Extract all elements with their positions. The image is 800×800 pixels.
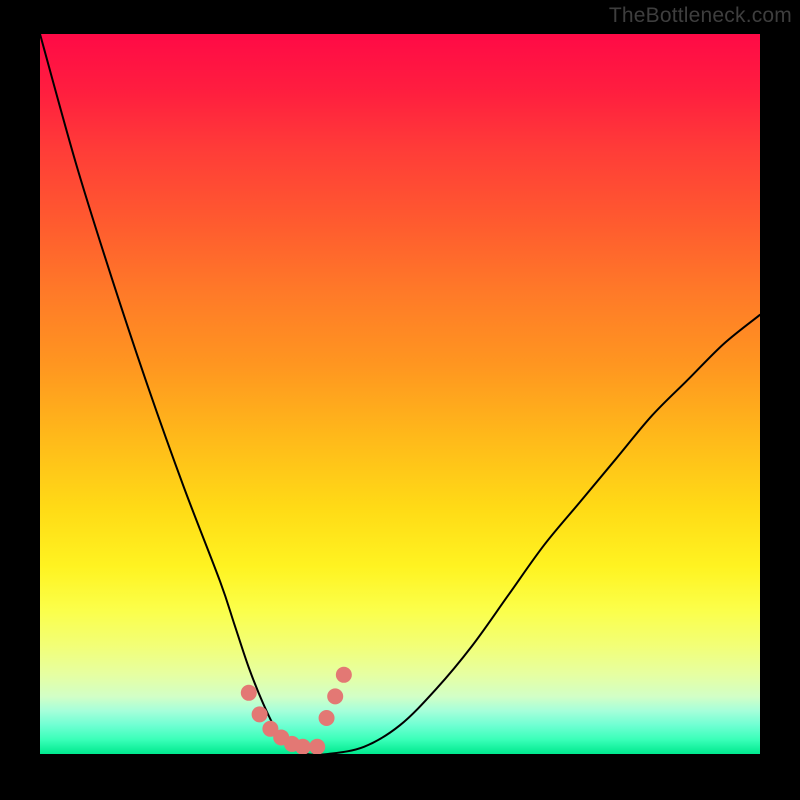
watermark-text: TheBottleneck.com <box>609 4 792 28</box>
marker-dot <box>252 706 268 722</box>
curve-svg <box>40 34 760 754</box>
curve-markers <box>241 667 352 754</box>
marker-dot <box>319 710 335 726</box>
marker-dot <box>241 685 257 701</box>
marker-dot <box>327 688 343 704</box>
bottleneck-curve <box>40 34 760 754</box>
marker-dot <box>336 667 352 683</box>
marker-dot <box>309 739 325 754</box>
plot-area <box>40 34 760 754</box>
chart-frame: TheBottleneck.com <box>0 0 800 800</box>
